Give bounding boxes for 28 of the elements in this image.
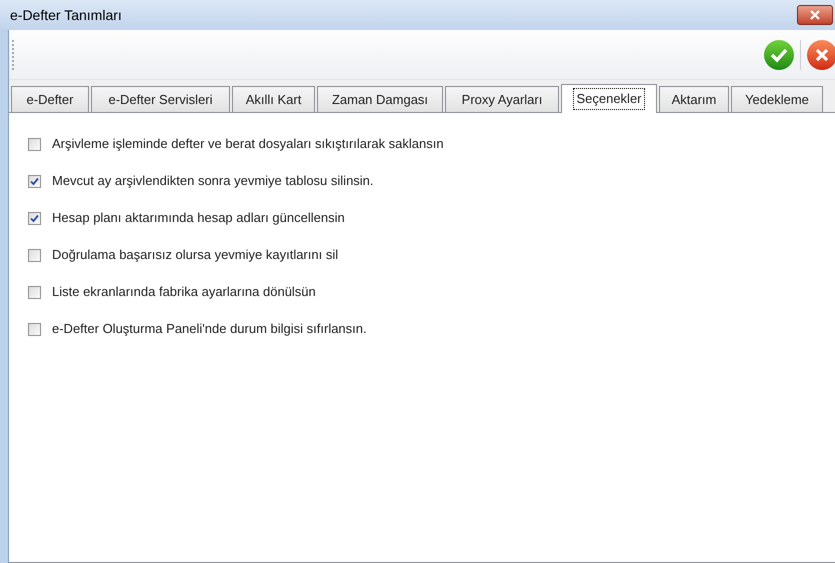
- confirm-button[interactable]: [764, 40, 794, 70]
- tab[interactable]: Zaman Damgası: [317, 86, 443, 112]
- close-button[interactable]: [797, 5, 833, 25]
- tab[interactable]: e-Defter: [11, 86, 89, 112]
- checkbox[interactable]: [28, 212, 41, 224]
- checkbox[interactable]: [28, 248, 41, 262]
- check-icon: [770, 46, 788, 62]
- tab[interactable]: Akıllı Kart: [232, 86, 315, 112]
- option-label: Arşivleme işleminde defter ve berat dosyaları sıkıştırılarak saklansın: [52, 135, 444, 154]
- tab[interactable]: Proxy Ayarları: [445, 86, 559, 112]
- option-label: Mevcut ay arşivlendikten sonra yevmiye tablosu silinsin.: [52, 172, 374, 190]
- close-icon: [809, 10, 821, 20]
- tab[interactable]: Aktarım: [659, 86, 729, 112]
- checkbox[interactable]: [28, 286, 41, 298]
- checkbox[interactable]: [28, 138, 41, 150]
- toolbar-grip-icon: [12, 40, 15, 70]
- checkbox[interactable]: [28, 174, 41, 188]
- option-label: Liste ekranlarında fabrika ayarlarına dönülsün: [52, 283, 316, 302]
- close-icon: [815, 48, 829, 62]
- tab[interactable]: e-Defter Servisleri: [91, 86, 230, 112]
- option-label: Hesap planı aktarımında hesap adları güncellensin: [52, 209, 345, 228]
- cancel-button[interactable]: [807, 40, 835, 70]
- option-label: e-Defter Oluşturma Paneli'nde durum bilgisi sıfırlansın.: [52, 320, 367, 338]
- checkbox[interactable]: [28, 322, 41, 336]
- window-title: e-Defter Tanımları: [10, 6, 122, 24]
- tab[interactable]: Yedekleme: [731, 86, 823, 112]
- tab[interactable]: Seçenekler: [561, 84, 657, 113]
- option-label: Doğrulama başarısız olursa yevmiye kayıtlarını sil: [52, 246, 338, 264]
